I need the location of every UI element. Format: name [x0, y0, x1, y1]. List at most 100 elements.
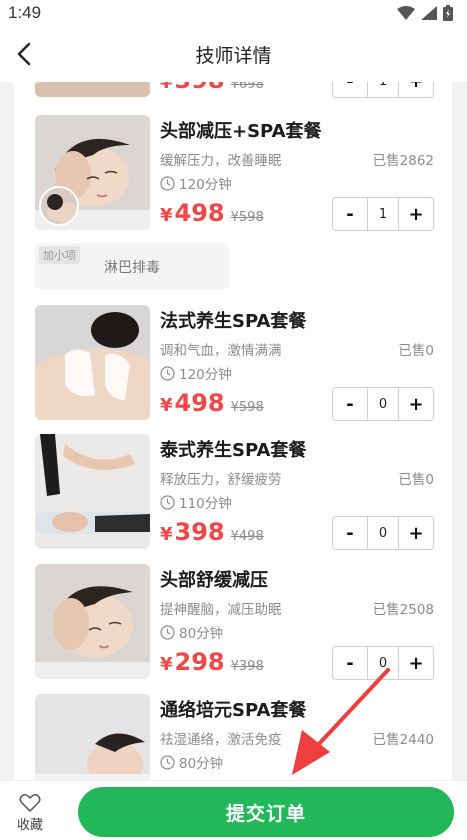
- service-description: 缓解压力，改善睡眠: [160, 153, 282, 169]
- status-bar: 1:49: [0, 0, 467, 26]
- sold-count: 已售2508: [372, 602, 434, 618]
- back-arrow-icon: [17, 42, 31, 66]
- service-item: ¥ 398 ¥698 - 1 +: [14, 82, 452, 100]
- decrease-button[interactable]: -: [333, 647, 367, 679]
- service-thumbnail: [35, 115, 150, 230]
- clock-icon: [160, 624, 175, 640]
- price: ¥ 398 ¥698: [160, 82, 264, 94]
- service-name: 头部减压+SPA套餐: [160, 121, 322, 142]
- favorite-label: 收藏: [16, 818, 43, 833]
- price-symbol: ¥: [160, 524, 173, 545]
- decrease-button[interactable]: -: [333, 82, 367, 97]
- service-description: 释放压力，舒缓疲劳: [160, 472, 282, 488]
- price-symbol: ¥: [160, 654, 173, 675]
- service-item[interactable]: 法式养生SPA套餐 调和气血，激情满满 已售0 120分钟 ¥ 498 ¥598…: [14, 305, 452, 423]
- original-price: ¥698: [230, 82, 264, 92]
- heart-icon: [19, 793, 41, 812]
- increase-button[interactable]: +: [399, 82, 433, 97]
- decrease-button[interactable]: -: [333, 517, 367, 549]
- original-price: ¥598: [230, 210, 264, 225]
- price-value: 298: [174, 648, 225, 676]
- price-symbol: ¥: [160, 205, 173, 226]
- sold-count: 已售2440: [372, 732, 434, 748]
- price: ¥ 398 ¥498: [160, 518, 264, 546]
- duration-text: 120分钟: [179, 177, 232, 193]
- increase-button[interactable]: +: [399, 388, 433, 420]
- service-thumbnail: [35, 82, 150, 97]
- service-name: 泰式养生SPA套餐: [160, 440, 307, 461]
- wifi-icon: [397, 6, 415, 20]
- service-name: 通络培元SPA套餐: [160, 700, 307, 721]
- service-duration: 120分钟: [160, 363, 232, 383]
- sold-count: 已售0: [398, 472, 434, 488]
- decrease-button[interactable]: -: [333, 388, 367, 420]
- quantity-stepper: - 0 +: [332, 387, 434, 421]
- price-value: 498: [174, 199, 225, 227]
- status-time: 1:49: [8, 3, 42, 22]
- quantity-stepper: - 0 +: [332, 646, 434, 680]
- increase-button[interactable]: +: [399, 647, 433, 679]
- service-thumbnail: [35, 305, 150, 420]
- quantity-stepper: - 1 +: [332, 82, 434, 98]
- service-item[interactable]: 通络培元SPA套餐 祛湿通络，激活免疫 已售2440 80分钟: [14, 694, 452, 780]
- service-duration: 120分钟: [160, 173, 232, 193]
- sold-count: 已售0: [398, 343, 434, 359]
- duration-text: 110分钟: [179, 496, 232, 512]
- clock-icon: [160, 365, 175, 381]
- quantity-value: 0: [367, 517, 399, 549]
- price-value: 498: [174, 389, 225, 417]
- decrease-button[interactable]: -: [333, 198, 367, 230]
- back-button[interactable]: [8, 38, 40, 70]
- service-name: 头部舒缓减压: [160, 570, 268, 591]
- favorite-button[interactable]: 收藏: [10, 793, 50, 837]
- signal-icon: [421, 6, 437, 20]
- quantity-stepper: - 1 +: [332, 197, 434, 231]
- addon-label: 淋巴排毒: [104, 260, 160, 276]
- quantity-value: 0: [367, 388, 399, 420]
- status-icons: [397, 5, 453, 21]
- duration-text: 120分钟: [179, 367, 232, 383]
- price-value: 398: [174, 518, 225, 546]
- increase-button[interactable]: +: [399, 198, 433, 230]
- duration-text: 80分钟: [179, 626, 224, 642]
- increase-button[interactable]: +: [399, 517, 433, 549]
- service-thumbnail: [35, 694, 150, 780]
- service-duration: 110分钟: [160, 492, 232, 512]
- service-item[interactable]: 头部减压+SPA套餐 缓解压力，改善睡眠 已售2862 120分钟 ¥ 498 …: [14, 115, 452, 233]
- service-list: ¥ 398 ¥698 - 1 + 头部减压+: [14, 82, 452, 780]
- service-item[interactable]: 头部舒缓减压 提神醒脑，减压助眠 已售2508 80分钟 ¥ 298 ¥398 …: [14, 564, 452, 682]
- original-price: ¥598: [230, 400, 264, 415]
- service-duration: 80分钟: [160, 622, 223, 642]
- battery-icon: [443, 5, 453, 21]
- addon-option[interactable]: 加小项 淋巴排毒: [35, 243, 229, 289]
- service-description: 提神醒脑，减压助眠: [160, 602, 282, 618]
- clock-icon: [160, 175, 175, 191]
- price-value: 398: [175, 82, 225, 94]
- header: 技师详情: [0, 26, 467, 82]
- bottom-bar: 收藏 提交订单: [0, 780, 467, 840]
- sold-count: 已售2862: [372, 153, 434, 169]
- clock-icon: [160, 494, 175, 510]
- service-description: 调和气血，激情满满: [160, 343, 282, 359]
- price-symbol: ¥: [160, 395, 173, 416]
- service-thumbnail: [35, 564, 150, 679]
- page-title: 技师详情: [195, 44, 272, 67]
- original-price: ¥398: [230, 659, 264, 674]
- quantity-value: 0: [367, 647, 399, 679]
- technician-avatar: [39, 186, 79, 226]
- service-item[interactable]: 泰式养生SPA套餐 释放压力，舒缓疲劳 已售0 110分钟 ¥ 398 ¥498…: [14, 434, 452, 552]
- price: ¥ 498 ¥598: [160, 199, 264, 227]
- service-duration: 80分钟: [160, 752, 223, 772]
- price: ¥ 298 ¥398: [160, 648, 264, 676]
- quantity-value: 1: [367, 82, 399, 97]
- price: ¥ 498 ¥598: [160, 389, 264, 417]
- original-price: ¥498: [230, 529, 264, 544]
- submit-order-button[interactable]: 提交订单: [78, 787, 454, 837]
- service-name: 法式养生SPA套餐: [160, 311, 307, 332]
- price-symbol: ¥: [160, 82, 173, 93]
- service-description: 祛湿通络，激活免疫: [160, 732, 282, 748]
- service-thumbnail: [35, 434, 150, 549]
- quantity-stepper: - 0 +: [332, 516, 434, 550]
- clock-icon: [160, 754, 175, 770]
- duration-text: 80分钟: [179, 756, 224, 772]
